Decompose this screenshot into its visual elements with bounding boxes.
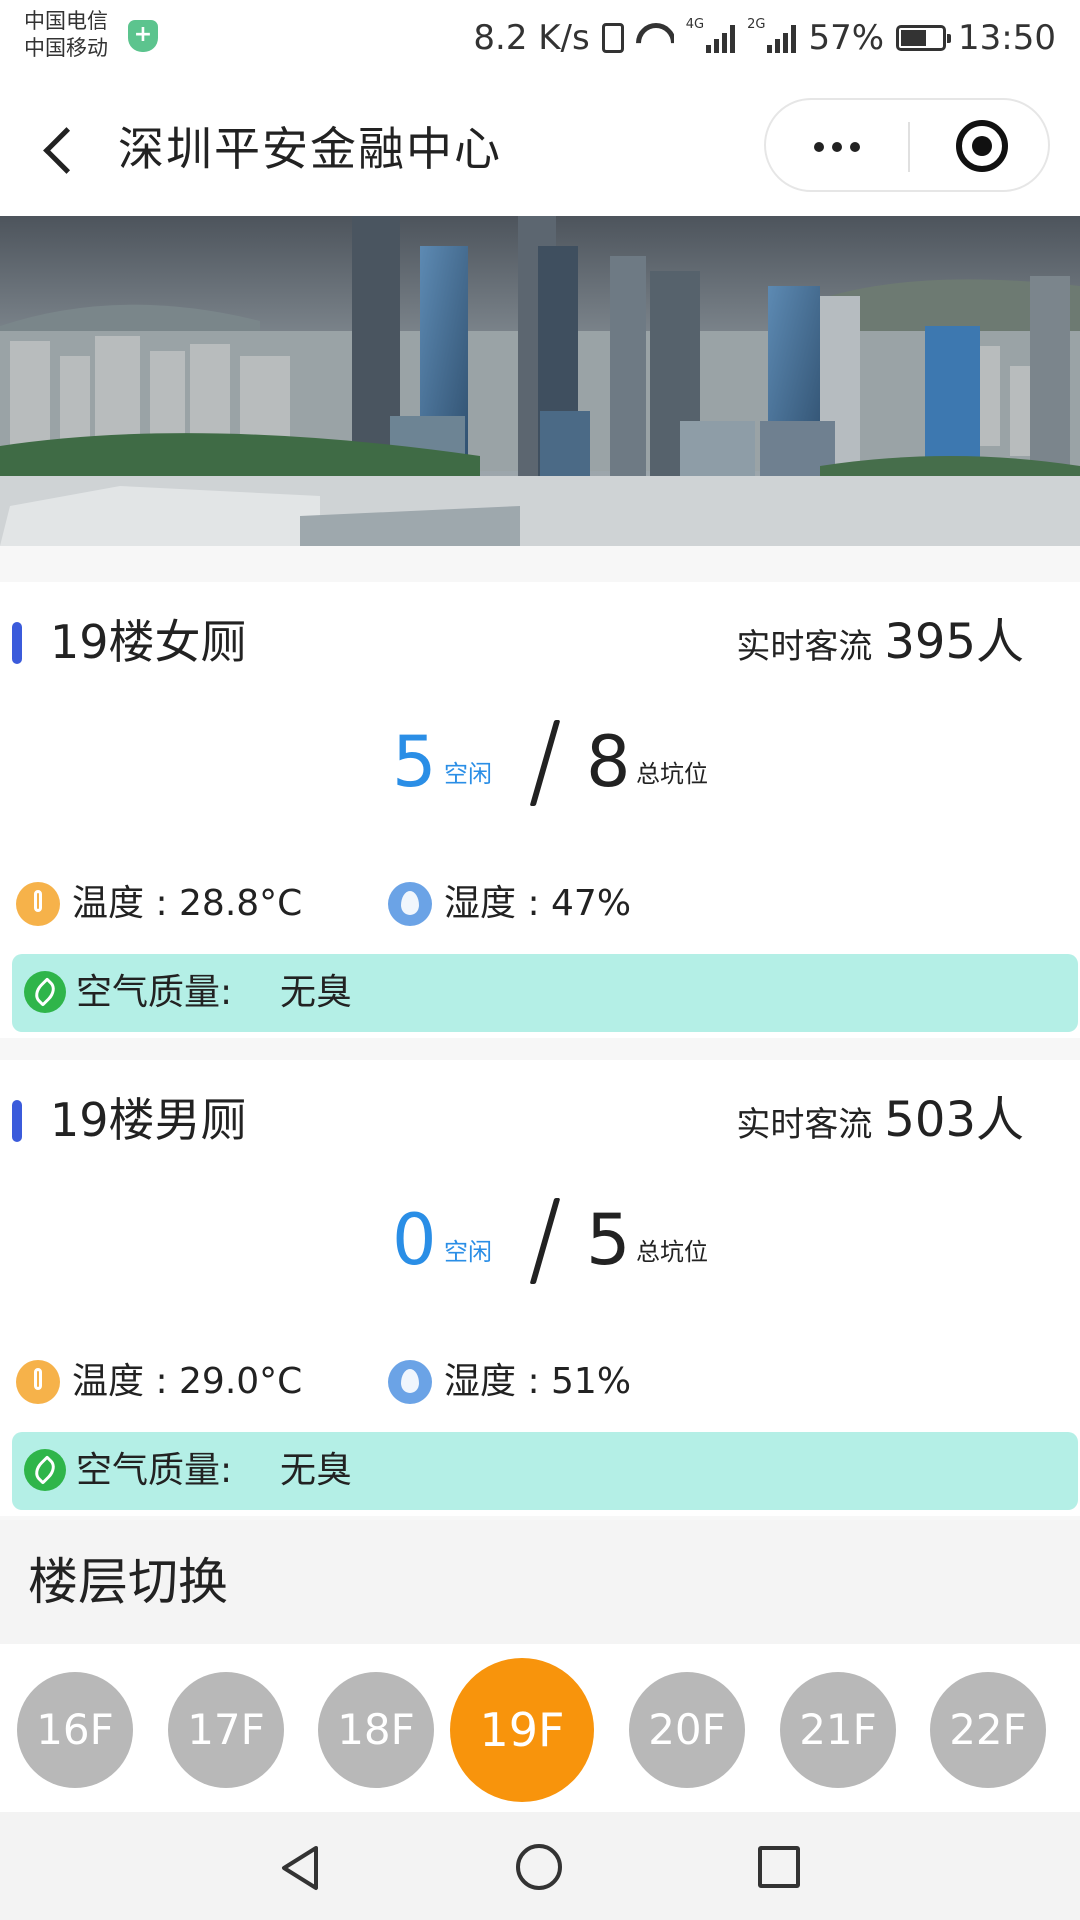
more-button[interactable]: [804, 124, 894, 168]
water-drop-icon: [388, 882, 432, 926]
free-label: 空闲: [444, 760, 492, 788]
air-quality-bar: 空气质量: 无臭: [12, 954, 1078, 1032]
net-type-2: 2G: [747, 16, 766, 32]
status-bar: 中国电信 中国移动 8.2 K/s 4G 2G 57% 13:50: [0, 0, 1080, 80]
miniprogram-capsule: [764, 98, 1050, 192]
floor-button-20f[interactable]: 20F: [629, 1672, 745, 1788]
signal-icon-1: [706, 23, 736, 53]
total-label: 总坑位: [636, 1238, 708, 1266]
net-speed: 8.2 K/s: [473, 18, 590, 58]
leaf-icon: [24, 1449, 66, 1491]
restroom-card-female: 19楼女厕 实时客流 395人 5 空闲 8 总坑位 温度 : 28.8°C 湿度…: [0, 582, 1080, 1038]
floor-button-19f[interactable]: 19F: [450, 1658, 594, 1802]
carrier-2: 中国移动: [24, 36, 108, 60]
signal-icon-2: [767, 23, 797, 53]
security-shield-icon: [128, 20, 158, 52]
card-indicator: [12, 622, 22, 664]
system-nav-bar: [0, 1812, 1080, 1920]
air-quality-value: 无臭: [280, 972, 353, 1013]
system-recent-apps-icon[interactable]: [758, 1846, 800, 1888]
leaf-icon: [24, 971, 66, 1013]
more-dot: [832, 142, 842, 152]
floor-switch-header: 楼层切换: [0, 1520, 1080, 1644]
water-drop-icon: [388, 1360, 432, 1404]
battery-percent: 57%: [808, 18, 885, 58]
slash-divider: [529, 1198, 561, 1284]
total-count: 8: [586, 721, 631, 803]
air-quality-value: 无臭: [280, 1450, 353, 1491]
environment-row: 温度 : 29.0°C 湿度 : 51%: [0, 1352, 1080, 1412]
air-quality-label: 空气质量:: [76, 1450, 233, 1491]
thermometer-icon: [16, 882, 60, 926]
floor-selector: 16F 17F 18F 19F 20F 21F 22F: [0, 1644, 1080, 1814]
environment-row: 温度 : 28.8°C 湿度 : 47%: [0, 874, 1080, 934]
city-skyline-image: [0, 216, 1080, 546]
slash-divider: [529, 720, 561, 806]
flow-value: 503人: [884, 1092, 1024, 1148]
status-indicators: 8.2 K/s 4G 2G 57% 13:50: [473, 14, 1056, 62]
card-title: 19楼女厕: [50, 615, 247, 669]
seat-availability: 5 空闲 8 总坑位: [0, 712, 1080, 812]
miniprogram-close-icon[interactable]: [956, 120, 1008, 172]
restroom-card-male: 19楼男厕 实时客流 503人 0 空闲 5 总坑位 温度 : 29.0°C 湿度…: [0, 1060, 1080, 1516]
thermometer-icon: [16, 1360, 60, 1404]
air-quality-label: 空气质量:: [76, 972, 233, 1013]
floor-button-17f[interactable]: 17F: [168, 1672, 284, 1788]
free-count: 5: [392, 721, 437, 803]
temperature: 温度 : 28.8°C: [72, 883, 303, 924]
floor-button-18f[interactable]: 18F: [318, 1672, 434, 1788]
air-quality-bar: 空气质量: 无臭: [12, 1432, 1078, 1510]
vibrate-icon: [601, 23, 624, 53]
free-count: 0: [392, 1199, 437, 1281]
net-type-1: 4G: [685, 16, 705, 32]
temperature: 温度 : 29.0°C: [72, 1361, 303, 1402]
floor-switch-title: 楼层切换: [28, 1553, 228, 1611]
humidity: 湿度 : 47%: [444, 883, 632, 924]
free-label: 空闲: [444, 1238, 492, 1266]
more-dot: [850, 142, 860, 152]
system-home-icon[interactable]: [516, 1844, 562, 1890]
humidity: 湿度 : 51%: [444, 1361, 632, 1402]
flow-value: 395人: [884, 614, 1024, 670]
realtime-flow: 实时客流 395人: [736, 612, 1024, 677]
page-title: 深圳平安金融中心: [118, 122, 502, 176]
flow-label: 实时客流: [736, 627, 873, 667]
clock: 13:50: [958, 18, 1056, 58]
back-button[interactable]: [30, 116, 90, 186]
card-title: 19楼男厕: [50, 1093, 247, 1147]
more-dots-icon: [814, 142, 824, 152]
system-back-icon[interactable]: [276, 1844, 324, 1892]
carrier-info: 中国电信 中国移动: [24, 8, 108, 62]
battery-icon: [896, 25, 952, 51]
realtime-flow: 实时客流 503人: [736, 1090, 1024, 1155]
floor-button-22f[interactable]: 22F: [930, 1672, 1046, 1788]
total-label: 总坑位: [636, 760, 708, 788]
floor-button-16f[interactable]: 16F: [17, 1672, 133, 1788]
nav-bar: 深圳平安金融中心: [0, 80, 1080, 216]
carrier-1: 中国电信: [24, 9, 108, 33]
capsule-divider: [908, 122, 910, 172]
banner-image: [0, 216, 1080, 546]
seat-availability: 0 空闲 5 总坑位: [0, 1190, 1080, 1290]
total-count: 5: [586, 1199, 631, 1281]
wifi-icon: [636, 23, 674, 53]
floor-button-21f[interactable]: 21F: [780, 1672, 896, 1788]
flow-label: 实时客流: [736, 1105, 873, 1145]
card-indicator: [12, 1100, 22, 1142]
